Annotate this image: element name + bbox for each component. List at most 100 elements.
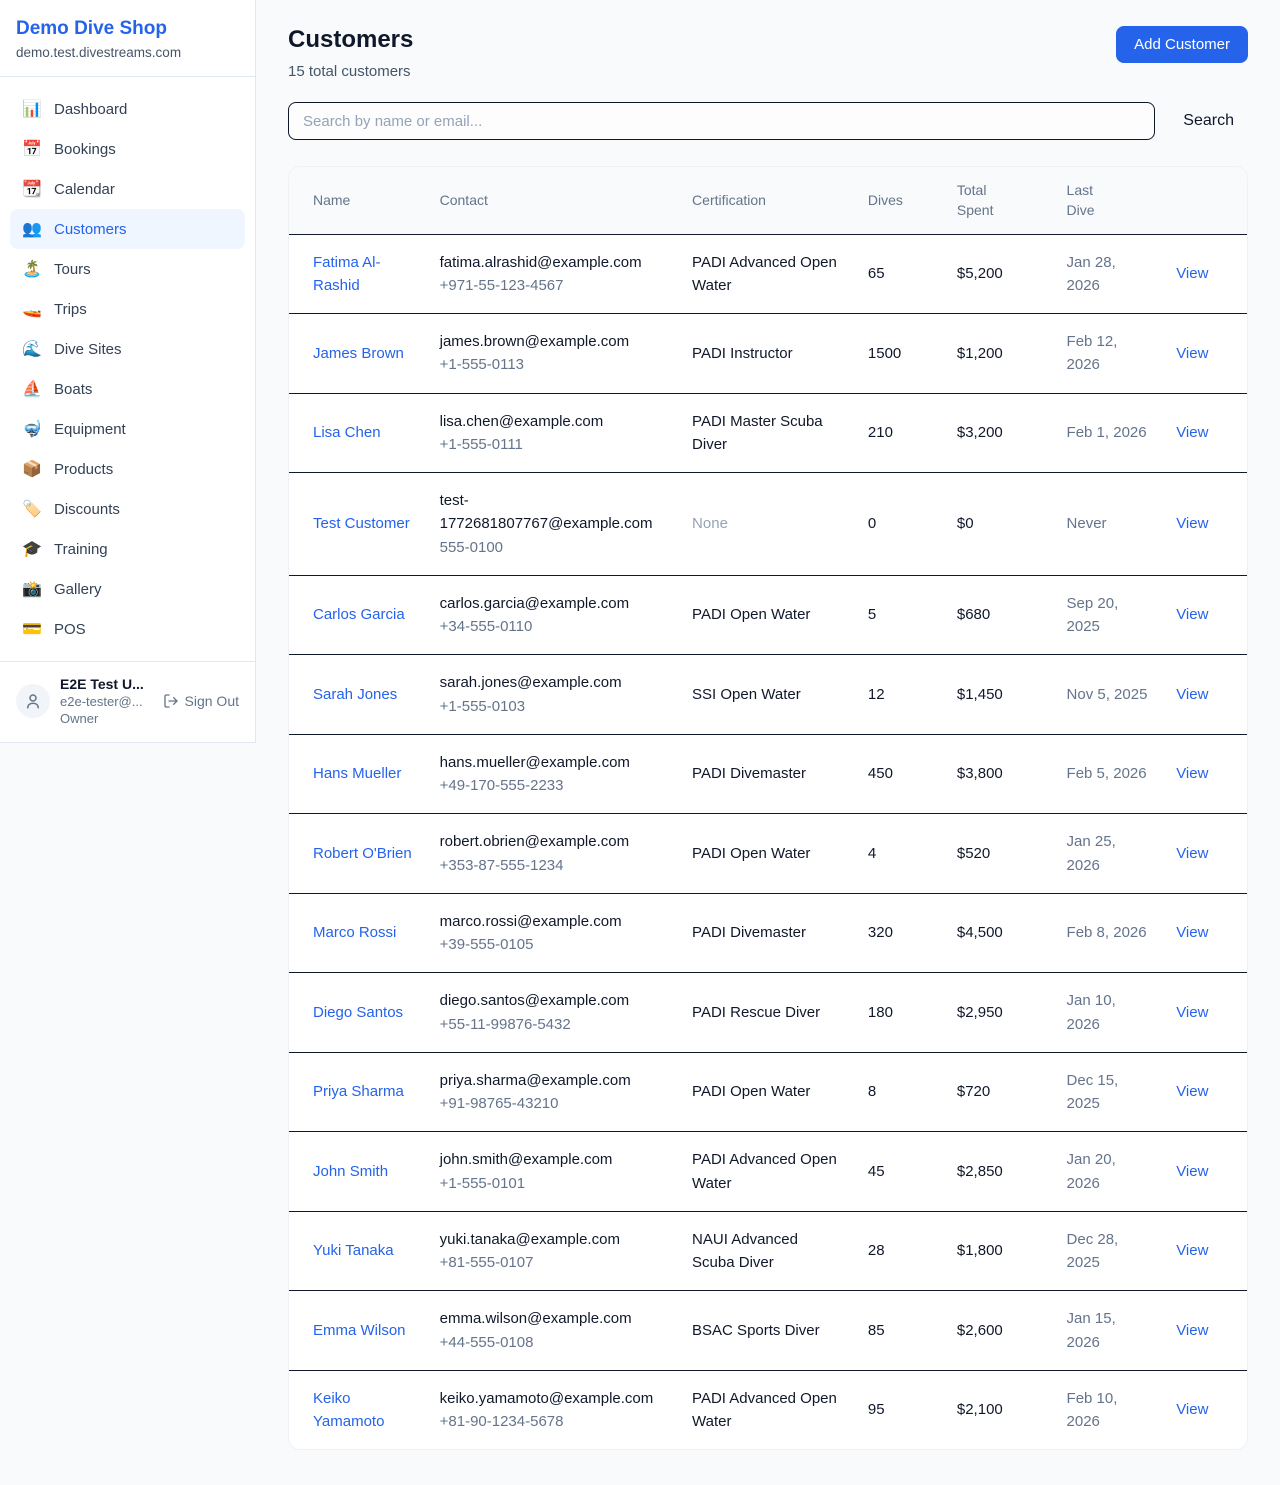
view-customer-link[interactable]: View	[1176, 606, 1208, 623]
customer-certification: None	[692, 515, 728, 532]
customer-certification: PADI Divemaster	[692, 765, 806, 782]
customer-certification: PADI Advanced Open Water	[692, 1151, 837, 1191]
customer-total-spent: $2,100	[945, 1370, 1055, 1449]
customer-email: john.smith@example.com	[440, 1148, 668, 1171]
customer-phone: +1-555-0113	[440, 353, 668, 376]
customer-certification: PADI Advanced Open Water	[692, 1390, 837, 1430]
sidebar-item[interactable]: 📦 Products	[10, 449, 245, 489]
view-customer-link[interactable]: View	[1176, 765, 1208, 782]
customer-total-spent: $3,200	[945, 393, 1055, 473]
customer-name-link[interactable]: Hans Mueller	[313, 762, 401, 785]
sidebar-item[interactable]: 👥 Customers	[10, 209, 245, 249]
customer-name-link[interactable]: Robert O'Brien	[313, 842, 412, 865]
sidebar-item[interactable]: 🚤 Trips	[10, 289, 245, 329]
customer-name-link[interactable]: John Smith	[313, 1160, 388, 1183]
customer-last-dive: Nov 5, 2025	[1055, 655, 1165, 735]
nav-item-icon: 👥	[22, 219, 42, 239]
table-row: Keiko Yamamoto keiko.yamamoto@example.co…	[289, 1370, 1247, 1449]
customer-dives: 8	[856, 1052, 945, 1132]
customer-last-dive: Jan 20, 2026	[1055, 1132, 1165, 1212]
customer-last-dive: Feb 12, 2026	[1055, 314, 1165, 394]
customer-name-link[interactable]: Lisa Chen	[313, 421, 381, 444]
view-customer-link[interactable]: View	[1176, 1401, 1208, 1418]
nav-item-label: Boats	[54, 381, 92, 398]
view-customer-link[interactable]: View	[1176, 1163, 1208, 1180]
view-customer-link[interactable]: View	[1176, 1083, 1208, 1100]
sidebar-item[interactable]: 🤿 Equipment	[10, 409, 245, 449]
sign-out-icon	[163, 693, 179, 709]
customer-name-link[interactable]: Carlos Garcia	[313, 603, 405, 626]
sidebar-item[interactable]: 📸 Gallery	[10, 569, 245, 609]
customer-name-link[interactable]: Test Customer	[313, 512, 410, 535]
customer-dives: 5	[856, 575, 945, 655]
sign-out-button[interactable]: Sign Out	[163, 693, 239, 709]
table-row: Fatima Al-Rashid fatima.alrashid@example…	[289, 234, 1247, 314]
sidebar-item[interactable]: 🏝️ Tours	[10, 249, 245, 289]
nav-item-label: Trips	[54, 301, 87, 318]
customer-name-link[interactable]: Marco Rossi	[313, 921, 396, 944]
customer-phone: +34-555-0110	[440, 615, 668, 638]
customer-dives: 12	[856, 655, 945, 735]
customer-name-link[interactable]: James Brown	[313, 342, 404, 365]
add-customer-button[interactable]: Add Customer	[1116, 26, 1248, 63]
customer-dives: 320	[856, 893, 945, 973]
customer-last-dive: Jan 15, 2026	[1055, 1291, 1165, 1371]
customer-name-link[interactable]: Sarah Jones	[313, 683, 397, 706]
column-header-last-dive: Last Dive	[1055, 167, 1165, 234]
table-header-row: Name Contact Certification Dives Total S…	[289, 167, 1247, 234]
view-customer-link[interactable]: View	[1176, 424, 1208, 441]
sign-out-label: Sign Out	[185, 693, 239, 709]
search-input[interactable]	[288, 102, 1155, 140]
view-customer-link[interactable]: View	[1176, 1242, 1208, 1259]
search-button[interactable]: Search	[1155, 112, 1248, 130]
shop-subdomain: demo.test.divestreams.com	[16, 45, 239, 60]
column-header-certification: Certification	[680, 167, 856, 234]
nav-item-label: Bookings	[54, 141, 116, 158]
view-customer-link[interactable]: View	[1176, 515, 1208, 532]
customer-email: james.brown@example.com	[440, 330, 668, 353]
customer-total-spent: $1,200	[945, 314, 1055, 394]
sidebar-item[interactable]: 🎓 Training	[10, 529, 245, 569]
view-customer-link[interactable]: View	[1176, 265, 1208, 282]
sidebar-item[interactable]: 💳 POS	[10, 609, 245, 649]
customer-dives: 28	[856, 1211, 945, 1291]
view-customer-link[interactable]: View	[1176, 686, 1208, 703]
column-header-name: Name	[289, 167, 428, 234]
view-customer-link[interactable]: View	[1176, 924, 1208, 941]
sidebar-item[interactable]: 📅 Bookings	[10, 129, 245, 169]
customer-name-link[interactable]: Keiko Yamamoto	[313, 1387, 416, 1434]
customer-rows: Fatima Al-Rashid fatima.alrashid@example…	[289, 234, 1247, 1449]
sidebar-item[interactable]: 🌊 Dive Sites	[10, 329, 245, 369]
sidebar-item[interactable]: 📆 Calendar	[10, 169, 245, 209]
sidebar-item[interactable]: 📊 Dashboard	[10, 89, 245, 129]
nav-item-label: Tours	[54, 261, 91, 278]
table-row: Diego Santos diego.santos@example.com +5…	[289, 973, 1247, 1053]
nav-item-icon: 🚤	[22, 299, 42, 319]
customer-name-link[interactable]: Emma Wilson	[313, 1319, 406, 1342]
nav-item-icon: 📸	[22, 579, 42, 599]
customer-name-link[interactable]: Diego Santos	[313, 1001, 403, 1024]
nav-item-icon: ⛵	[22, 379, 42, 399]
customer-phone: +44-555-0108	[440, 1331, 668, 1354]
customer-certification: PADI Advanced Open Water	[692, 254, 837, 294]
customer-email: keiko.yamamoto@example.com	[440, 1387, 668, 1410]
view-customer-link[interactable]: View	[1176, 845, 1208, 862]
customer-email: yuki.tanaka@example.com	[440, 1228, 668, 1251]
customer-name-link[interactable]: Priya Sharma	[313, 1080, 404, 1103]
customer-name-link[interactable]: Yuki Tanaka	[313, 1239, 394, 1262]
customer-last-dive: Dec 15, 2025	[1055, 1052, 1165, 1132]
customer-certification: SSI Open Water	[692, 686, 801, 703]
customer-total-spent: $720	[945, 1052, 1055, 1132]
customer-certification: NAUI Advanced Scuba Diver	[692, 1231, 798, 1271]
customer-last-dive: Jan 28, 2026	[1055, 234, 1165, 314]
customer-phone: +1-555-0101	[440, 1172, 668, 1195]
view-customer-link[interactable]: View	[1176, 1322, 1208, 1339]
sidebar-item[interactable]: 🏷️ Discounts	[10, 489, 245, 529]
sidebar-item[interactable]: ⛵ Boats	[10, 369, 245, 409]
customer-email: sarah.jones@example.com	[440, 671, 668, 694]
customer-phone: +81-90-1234-5678	[440, 1410, 668, 1433]
view-customer-link[interactable]: View	[1176, 345, 1208, 362]
customer-name-link[interactable]: Fatima Al-Rashid	[313, 251, 416, 298]
view-customer-link[interactable]: View	[1176, 1004, 1208, 1021]
customer-last-dive: Sep 20, 2025	[1055, 575, 1165, 655]
